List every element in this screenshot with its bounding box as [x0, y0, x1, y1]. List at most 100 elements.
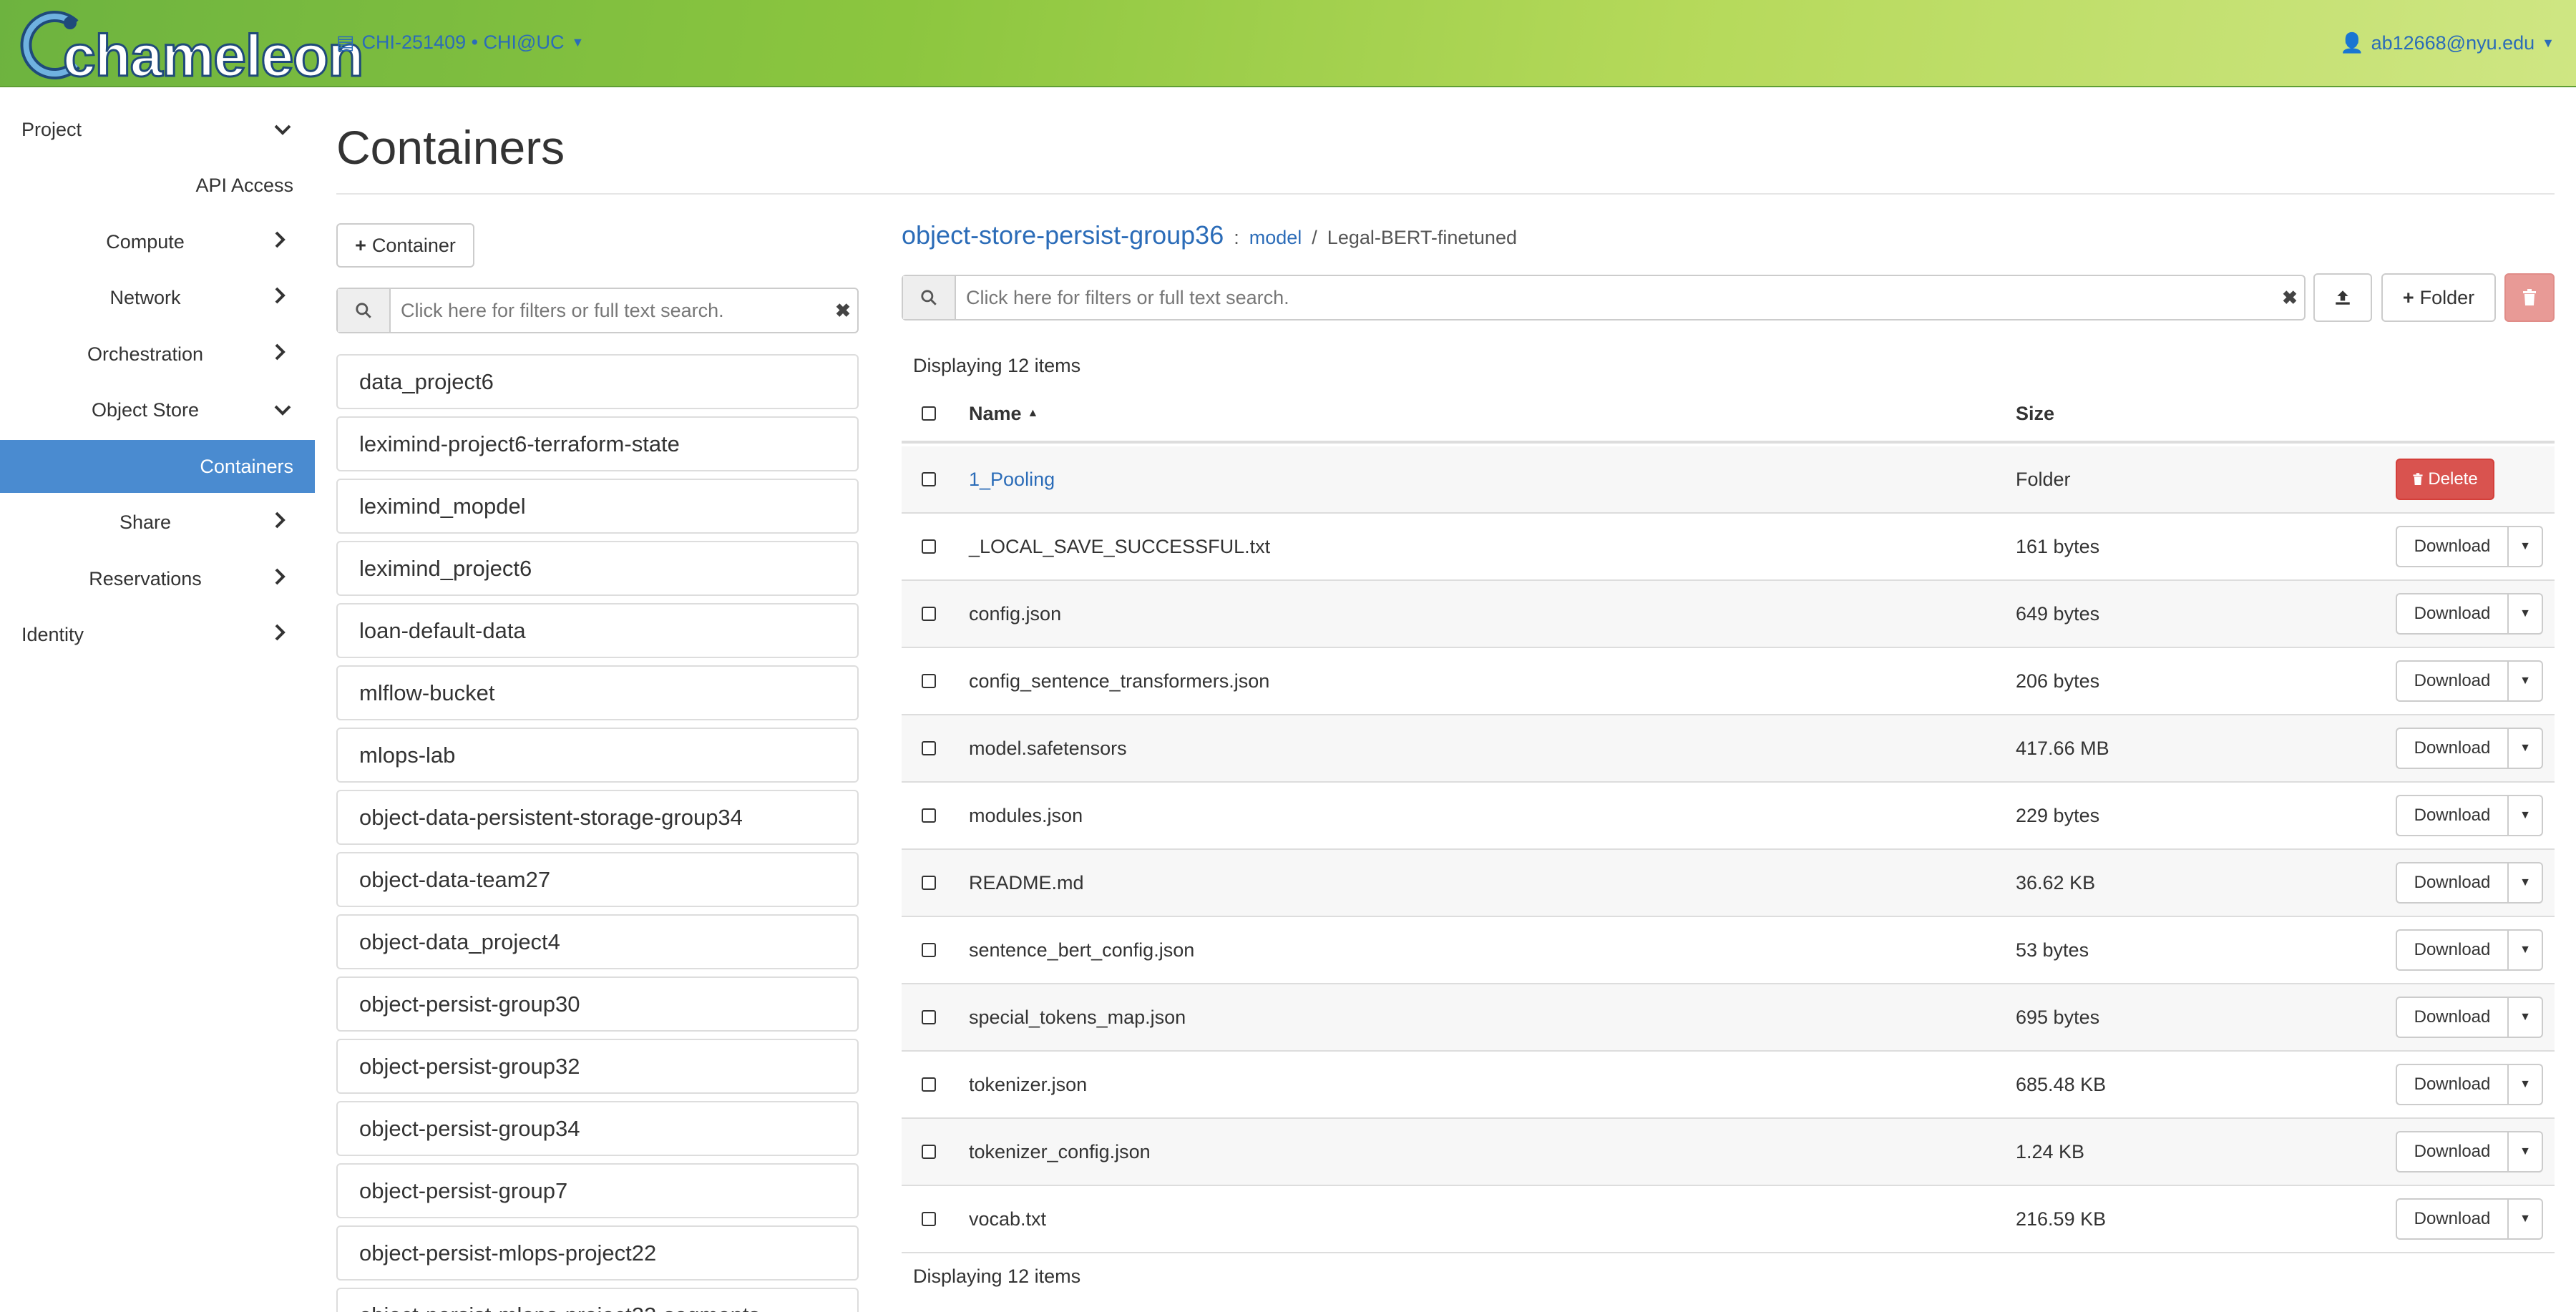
clear-icon[interactable]: ✖ — [829, 300, 857, 322]
plus-icon: + — [2402, 286, 2414, 308]
download-button[interactable]: Download — [2396, 862, 2509, 904]
row-checkbox[interactable] — [922, 943, 936, 957]
delete-folder-button[interactable]: Delete — [2396, 459, 2494, 500]
table-row[interactable]: special_tokens_map.json 695 bytes Download… — [902, 984, 2555, 1052]
container-list-item[interactable]: leximind_mopdel — [336, 479, 859, 534]
upload-button[interactable] — [2313, 273, 2372, 322]
sidebar-item-label: Reservations — [89, 567, 202, 589]
container-list-item[interactable]: data_project6 — [336, 354, 859, 409]
table-row[interactable]: sentence_bert_config.json 53 bytes Downloa… — [902, 917, 2555, 984]
chameleon-logo[interactable]: chameleon — [19, 9, 365, 90]
download-button[interactable]: Download — [2396, 929, 2509, 971]
container-list-item[interactable]: leximind-project6-terraform-state — [336, 416, 859, 471]
container-list-item[interactable]: loan-default-data — [336, 603, 859, 658]
container-list-item[interactable]: object-data-persistent-storage-group34 — [336, 790, 859, 845]
sidebar-item-api-access[interactable]: API Access — [0, 160, 315, 212]
add-container-button[interactable]: + Container — [336, 223, 474, 268]
table-row[interactable]: _LOCAL_SAVE_SUCCESSFUL.txt 161 bytes Downl… — [902, 514, 2555, 581]
row-checkbox[interactable] — [922, 607, 936, 621]
download-button[interactable]: Download — [2396, 997, 2509, 1038]
select-all-checkbox[interactable] — [922, 406, 936, 421]
table-row[interactable]: tokenizer.json 685.48 KB Download ▼ — [902, 1052, 2555, 1119]
row-checkbox[interactable] — [922, 1010, 936, 1024]
download-button[interactable]: Download — [2396, 526, 2509, 567]
download-button[interactable]: Download — [2396, 728, 2509, 769]
download-button[interactable]: Download — [2396, 1064, 2509, 1105]
caret-down-icon[interactable]: ▼ — [2509, 1198, 2543, 1240]
sidebar-item-orchestration[interactable]: Orchestration — [0, 328, 315, 381]
sidebar-item-project[interactable]: Project — [0, 103, 315, 156]
sidebar-item-compute[interactable]: Compute — [0, 215, 315, 268]
breadcrumb-folder-link[interactable]: model — [1249, 227, 1302, 249]
download-button[interactable]: Download — [2396, 795, 2509, 836]
breadcrumb-container[interactable]: object-store-persist-group36 — [902, 220, 1224, 250]
table-row[interactable]: vocab.txt 216.59 KB Download ▼ — [902, 1186, 2555, 1253]
row-checkbox[interactable] — [922, 1212, 936, 1226]
container-list-item[interactable]: object-persist-group34 — [336, 1101, 859, 1156]
name-column-header[interactable]: Name ▲ — [969, 386, 1038, 441]
delete-selected-button[interactable] — [2504, 273, 2555, 322]
project-switcher[interactable]: ▤ CHI-251409 • CHI@UC ▼ — [336, 31, 584, 54]
download-button[interactable]: Download — [2396, 1131, 2509, 1173]
chevron-right-icon — [273, 343, 286, 366]
search-icon — [903, 276, 956, 319]
object-name: special_tokens_map.json — [969, 1006, 1186, 1028]
row-checkbox[interactable] — [922, 808, 936, 823]
container-list-item[interactable]: mlops-lab — [336, 728, 859, 783]
object-search-input[interactable]: Click here for filters or full text sear… — [956, 287, 2275, 309]
container-list-item[interactable]: object-data-team27 — [336, 852, 859, 907]
item-count: Displaying 12 items — [913, 355, 1081, 376]
row-checkbox[interactable] — [922, 674, 936, 688]
table-row[interactable]: README.md 36.62 KB Download ▼ — [902, 850, 2555, 917]
row-checkbox[interactable] — [922, 1145, 936, 1159]
sidebar-item-reservations[interactable]: Reservations — [0, 552, 315, 605]
download-button-group: Download ▼ — [2396, 660, 2543, 702]
row-checkbox[interactable] — [922, 1077, 936, 1092]
caret-down-icon[interactable]: ▼ — [2509, 526, 2543, 567]
caret-down-icon[interactable]: ▼ — [2509, 660, 2543, 702]
add-folder-button[interactable]: + Folder — [2381, 273, 2496, 322]
row-checkbox[interactable] — [922, 876, 936, 890]
table-row[interactable]: config_sentence_transformers.json 206 byt… — [902, 648, 2555, 715]
caret-down-icon[interactable]: ▼ — [2509, 997, 2543, 1038]
caret-down-icon[interactable]: ▼ — [2509, 795, 2543, 836]
container-list-item[interactable]: mlflow-bucket — [336, 665, 859, 720]
table-row[interactable]: tokenizer_config.json 1.24 KB Download ▼ — [902, 1119, 2555, 1186]
caret-down-icon[interactable]: ▼ — [2509, 1131, 2543, 1173]
row-checkbox[interactable] — [922, 741, 936, 755]
download-button[interactable]: Download — [2396, 660, 2509, 702]
row-checkbox[interactable] — [922, 539, 936, 554]
sidebar-item-share[interactable]: Share — [0, 496, 315, 549]
size-column-header[interactable]: Size — [2016, 386, 2054, 441]
sidebar-item-containers[interactable]: Containers — [0, 440, 315, 493]
container-list-item[interactable]: object-persist-mlops-project22 — [336, 1225, 859, 1281]
caret-down-icon[interactable]: ▼ — [2509, 593, 2543, 635]
caret-down-icon[interactable]: ▼ — [2509, 862, 2543, 904]
object-name: tokenizer.json — [969, 1073, 1088, 1095]
caret-down-icon[interactable]: ▼ — [2509, 929, 2543, 971]
folder-link[interactable]: 1_Pooling — [969, 469, 1055, 491]
container-list-item[interactable]: leximind_project6 — [336, 541, 859, 596]
table-row[interactable]: 1_Pooling Folder Delete — [902, 446, 2555, 514]
object-size: 161 bytes — [2016, 535, 2100, 557]
sidebar-item-identity[interactable]: Identity — [0, 609, 315, 662]
caret-down-icon[interactable]: ▼ — [2509, 1064, 2543, 1105]
clear-icon[interactable]: ✖ — [2275, 287, 2304, 309]
container-list-item[interactable]: object-data_project4 — [336, 914, 859, 969]
sidebar-item-network[interactable]: Network — [0, 272, 315, 325]
download-button[interactable]: Download — [2396, 593, 2509, 635]
table-row[interactable]: config.json 649 bytes Download ▼ — [902, 581, 2555, 648]
download-button[interactable]: Download — [2396, 1198, 2509, 1240]
caret-down-icon[interactable]: ▼ — [2509, 728, 2543, 769]
user-menu[interactable]: 👤 ab12668@nyu.edu ▼ — [2340, 31, 2555, 54]
container-list-item[interactable]: object-persist-group7 — [336, 1163, 859, 1218]
sidebar-item-object-store[interactable]: Object Store — [0, 384, 315, 437]
container-search-input[interactable]: Click here for filters or full text sear… — [391, 300, 829, 322]
container-list-item[interactable]: object-persist-mlops-project22-segments — [336, 1288, 859, 1312]
item-count-bottom: Displaying 12 items — [913, 1266, 1081, 1287]
row-checkbox[interactable] — [922, 472, 936, 486]
table-row[interactable]: modules.json 229 bytes Download ▼ — [902, 783, 2555, 850]
container-list-item[interactable]: object-persist-group30 — [336, 976, 859, 1032]
table-row[interactable]: model.safetensors 417.66 MB Download ▼ — [902, 715, 2555, 783]
container-list-item[interactable]: object-persist-group32 — [336, 1039, 859, 1094]
